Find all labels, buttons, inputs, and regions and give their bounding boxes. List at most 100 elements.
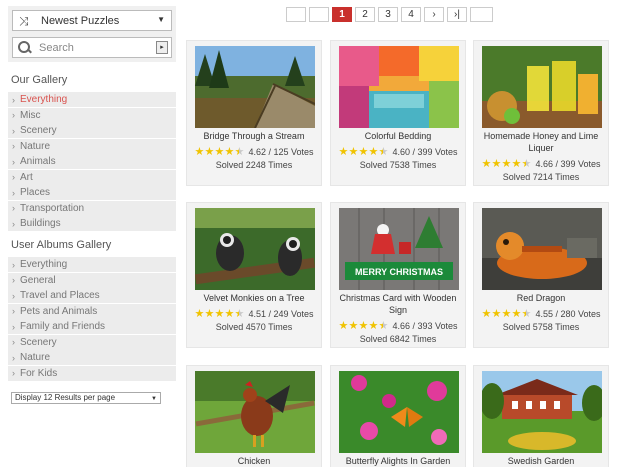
first-page-button[interactable] [286, 7, 306, 22]
chevron-right-icon: › [12, 337, 15, 347]
search-field[interactable]: Search ▸ [12, 37, 172, 58]
sidebar-item-user-3[interactable]: › Pets and Animals [8, 303, 176, 319]
puzzle-thumbnail[interactable] [195, 371, 315, 453]
last-page-button[interactable]: ›| [447, 7, 467, 22]
puzzle-title[interactable]: Christmas Card with Wooden Sign [333, 292, 463, 316]
our-gallery-list: › Everything › Misc › Scenery › Nature › Animals ›… [8, 92, 178, 231]
puzzle-card[interactable]: Butterfly Alights In Garden [330, 365, 466, 467]
puzzle-title[interactable]: Bridge Through a Stream [189, 130, 319, 142]
chevron-right-icon: › [12, 321, 15, 332]
puzzle-title[interactable]: Homemade Honey and Lime Liquer [476, 130, 606, 154]
solved-count: Solved 5758 Times [502, 322, 580, 332]
sidebar-item-label: Everything [20, 259, 68, 270]
chevron-right-icon: › [12, 203, 15, 213]
puzzle-rating: ★ ★ ★ ★ ★ 4.66 / 393 Votes [331, 320, 465, 332]
puzzle-card[interactable]: Velvet Monkies on a Tree ★ ★ ★ ★ ★ 4.51 / 24… [186, 202, 322, 348]
puzzle-title[interactable]: Colorful Bedding [333, 130, 463, 142]
chevron-down-icon: ▼ [157, 15, 165, 24]
puzzle-card[interactable]: Chicken [186, 365, 322, 467]
chevron-down-icon: ▼ [151, 396, 157, 402]
sidebar-item-our-0[interactable]: › Everything [8, 92, 176, 107]
solved-count: Solved 2248 Times [215, 160, 293, 170]
page-button-4[interactable]: 4 [401, 7, 421, 22]
sidebar-item-user-7[interactable]: › For Kids [8, 365, 176, 381]
sidebar-item-user-0[interactable]: › Everything [8, 257, 176, 272]
puzzle-card[interactable]: Swedish Garden [473, 365, 609, 467]
solved-count: Solved 6842 Times [359, 334, 437, 344]
results-per-page-select[interactable]: Display 12 Results per page ▼ [11, 392, 161, 404]
page-button-1[interactable]: 1 [332, 7, 352, 22]
search-submit-button[interactable]: ▸ [156, 41, 168, 54]
sidebar-item-our-7[interactable]: › Transportation [8, 200, 176, 216]
puzzle-title[interactable]: Velvet Monkies on a Tree [189, 292, 319, 304]
star-icon: ★ [338, 146, 349, 158]
star-icon: ★ [368, 320, 379, 332]
chevron-right-icon: › [12, 187, 15, 198]
puzzle-title[interactable]: Butterfly Alights In Garden [333, 455, 463, 467]
sidebar-item-user-1[interactable]: › General [8, 272, 176, 288]
page-button-2[interactable]: 2 [355, 7, 375, 22]
prev-page-button[interactable] [309, 7, 329, 22]
puzzle-thumbnail[interactable] [482, 371, 602, 453]
star-icon: ★ [234, 308, 245, 320]
puzzle-card[interactable]: MERRY CHRISTMAS Christmas Card with Wood… [330, 202, 466, 348]
sidebar-item-user-4[interactable]: › Family and Friends [8, 319, 176, 334]
star-icon: ★ [348, 320, 359, 332]
chevron-right-icon: › [12, 110, 15, 120]
sidebar-item-our-1[interactable]: › Misc [8, 107, 176, 123]
rating-text: 4.62 / 125 Votes [248, 147, 314, 157]
sidebar-item-label: Family and Friends [20, 321, 106, 332]
puzzle-title[interactable]: Red Dragon [476, 292, 606, 304]
chevron-right-icon: › [12, 94, 15, 105]
star-icon: ★ [204, 146, 215, 158]
results-per-page-label: Display 12 Results per page [15, 393, 116, 402]
puzzle-rating: ★ ★ ★ ★ ★ 4.51 / 249 Votes [187, 308, 321, 320]
star-icon: ★ [348, 146, 359, 158]
sidebar-item-our-4[interactable]: › Animals [8, 154, 176, 169]
puzzle-card[interactable]: Colorful Bedding ★ ★ ★ ★ ★ 4.60 / 399 Votes … [330, 40, 466, 186]
puzzle-card[interactable]: Homemade Honey and Lime Liquer ★ ★ ★ ★ ★ 4.6… [473, 40, 609, 186]
next-page-button[interactable]: › [424, 7, 444, 22]
shuffle-icon: ⤨ [19, 13, 29, 28]
rating-text: 4.51 / 249 Votes [248, 309, 314, 319]
chevron-right-icon: › [12, 259, 15, 270]
star-icon: ★ [481, 308, 492, 320]
star-icon: ★ [378, 320, 389, 332]
sort-panel: ⤨ Newest Puzzles ▼ Search ▸ [8, 6, 176, 62]
puzzle-thumbnail[interactable] [482, 208, 602, 290]
page-jump-input[interactable] [470, 7, 493, 22]
sidebar-item-label: Buildings [20, 218, 61, 229]
sidebar-item-our-3[interactable]: › Nature [8, 138, 176, 154]
star-icon: ★ [378, 146, 389, 158]
chevron-right-icon: › [12, 125, 15, 136]
sort-select[interactable]: ⤨ Newest Puzzles ▼ [12, 10, 172, 31]
chevron-right-icon: › [12, 352, 15, 363]
sidebar-item-user-2[interactable]: › Travel and Places [8, 288, 176, 303]
star-icon: ★ [234, 146, 245, 158]
puzzle-thumbnail[interactable] [339, 371, 459, 453]
puzzle-thumbnail[interactable] [195, 46, 315, 128]
puzzle-title[interactable]: Swedish Garden [476, 455, 606, 467]
search-input[interactable]: Search [39, 42, 74, 54]
puzzle-thumbnail[interactable]: MERRY CHRISTMAS [339, 208, 459, 290]
sidebar-item-label: Travel and Places [20, 290, 100, 301]
sidebar-item-user-5[interactable]: › Scenery [8, 334, 176, 350]
sidebar-item-user-6[interactable]: › Nature [8, 350, 176, 365]
puzzle-thumbnail[interactable] [482, 46, 602, 128]
star-icon: ★ [368, 146, 379, 158]
puzzle-card[interactable]: Bridge Through a Stream ★ ★ ★ ★ ★ 4.62 / 125… [186, 40, 322, 186]
star-icon: ★ [338, 320, 349, 332]
puzzle-card[interactable]: Red Dragon ★ ★ ★ ★ ★ 4.55 / 280 Votes Solved… [473, 202, 609, 348]
puzzle-thumbnail[interactable] [195, 208, 315, 290]
star-icon: ★ [521, 158, 532, 170]
sidebar-item-label: Scenery [20, 336, 57, 348]
puzzle-thumbnail[interactable] [339, 46, 459, 128]
page-button-3[interactable]: 3 [378, 7, 398, 22]
sidebar-item-our-5[interactable]: › Art [8, 169, 176, 185]
sidebar-item-our-8[interactable]: › Buildings [8, 216, 176, 231]
puzzle-title[interactable]: Chicken [189, 455, 319, 467]
rating-stars: ★ ★ ★ ★ ★ [481, 308, 531, 320]
sidebar-item-our-6[interactable]: › Places [8, 185, 176, 200]
star-icon: ★ [501, 308, 512, 320]
sidebar-item-our-2[interactable]: › Scenery [8, 123, 176, 138]
